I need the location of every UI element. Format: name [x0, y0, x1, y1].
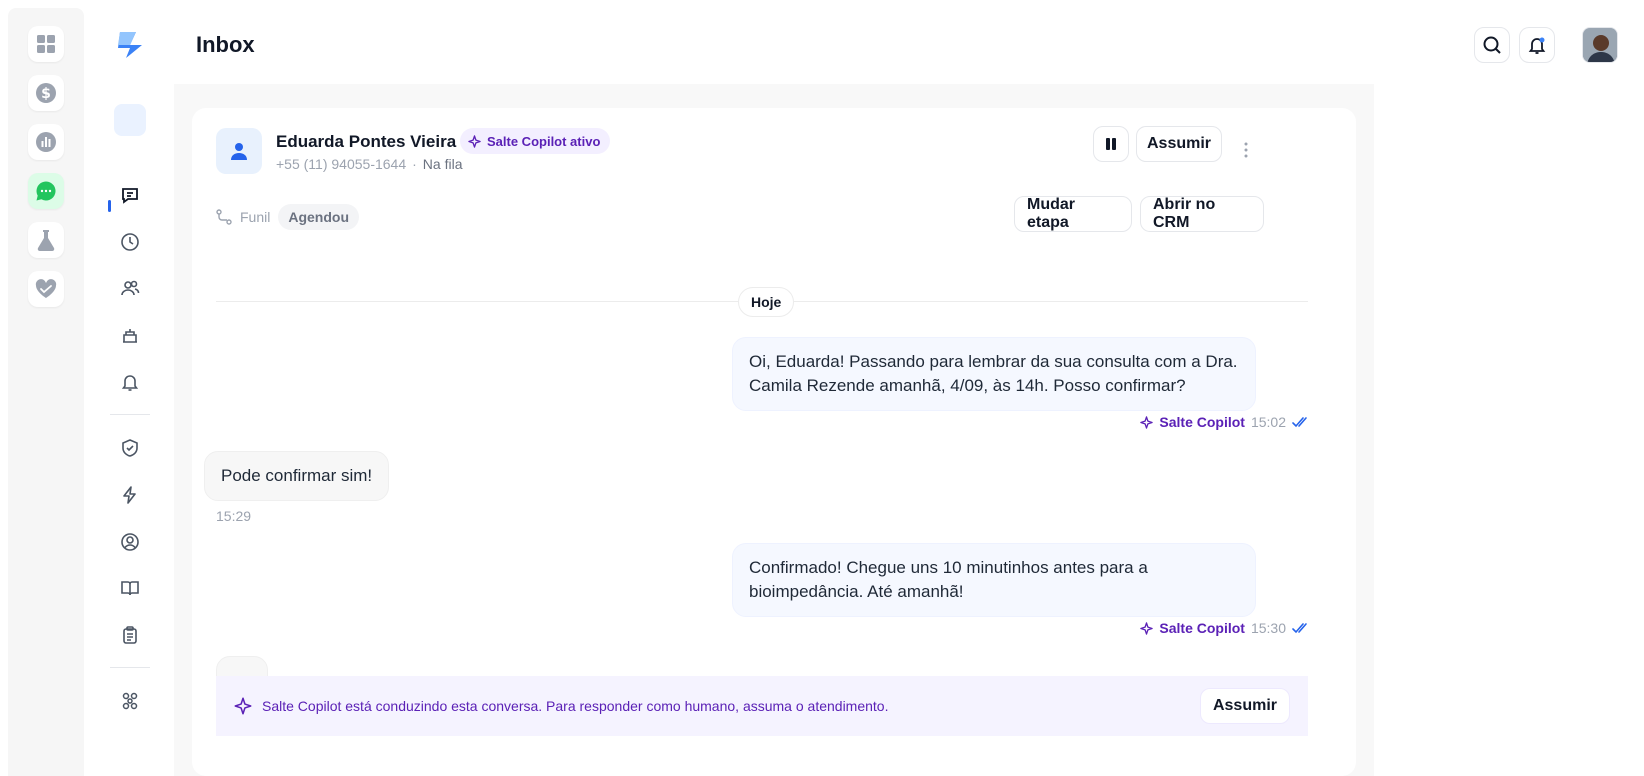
contact-name: Eduarda Pontes Vieira [276, 132, 457, 151]
copilot-badge-label: Salte Copilot ativo [487, 133, 601, 149]
workspace-switcher[interactable] [114, 104, 146, 136]
nav-notifications-icon[interactable] [118, 370, 142, 394]
queue-status: Na fila [422, 156, 463, 172]
chat-icon[interactable] [28, 173, 64, 209]
message-text: bioimpedância. Até amanhã! [749, 582, 964, 601]
nav-contacts-icon[interactable] [118, 276, 142, 300]
sparkle-icon [468, 134, 481, 148]
copilot-notice: Salte Copilot está conduzindo esta conve… [216, 676, 1308, 736]
nav-clipboard-icon[interactable] [118, 623, 142, 647]
contact-phone: +55 (11) 94055-1644 [276, 156, 407, 172]
funnel-icon [216, 209, 232, 225]
change-stage-button[interactable]: Mudar etapa [1014, 196, 1132, 232]
flask-icon[interactable] [28, 222, 64, 258]
message-meta: Salte Copilot 15:02 [1140, 414, 1310, 430]
nav-divider [110, 414, 150, 415]
separator-dot: · [412, 156, 417, 172]
notice-assume-button[interactable]: Assumir [1199, 688, 1290, 724]
message-outgoing: Confirmado! Chegue uns 10 minutinhos ant… [732, 543, 1256, 617]
nav-profile-icon[interactable] [118, 530, 142, 554]
user-avatar[interactable] [1582, 27, 1618, 63]
pause-icon [1104, 137, 1118, 151]
message-meta: Salte Copilot 15:30 [1140, 620, 1310, 636]
app-rail: $ [8, 8, 84, 776]
nav-knowledge-icon[interactable] [118, 576, 142, 600]
message-time: 15:02 [1250, 414, 1286, 430]
sparkle-icon [1140, 415, 1154, 429]
message-text: Camila Rezende amanhã, 4/09, às 14h. Pos… [749, 376, 1186, 395]
pause-button[interactable] [1093, 126, 1129, 162]
brand-logo [114, 30, 146, 60]
copilot-notice-text: Salte Copilot está conduzindo esta conve… [262, 698, 889, 714]
funnel-label: Funil [240, 209, 271, 225]
open-crm-button[interactable]: Abrir no CRM [1140, 196, 1264, 232]
message-incoming: Pode confirmar sim! [204, 451, 390, 501]
dollar-icon[interactable]: $ [28, 75, 64, 111]
double-check-icon [1292, 622, 1310, 634]
funnel-row: Funil Agendou [216, 204, 360, 230]
message-time: 15:30 [1250, 620, 1286, 636]
message-sender: Salte Copilot [1159, 620, 1245, 636]
nav-inbox-icon[interactable] [118, 183, 142, 207]
more-options-icon[interactable] [1236, 132, 1256, 168]
svg-text:$: $ [41, 86, 51, 102]
double-check-icon [1292, 416, 1310, 428]
sparkle-icon [234, 697, 252, 715]
conversation-card: Eduarda Pontes Vieira Salte Copilot ativ… [192, 108, 1356, 776]
copilot-status-badge: Salte Copilot ativo [460, 128, 611, 154]
nav-history-icon[interactable] [118, 230, 142, 254]
nav-integrations-icon[interactable] [118, 689, 142, 713]
health-heart-icon[interactable] [28, 271, 64, 307]
contact-avatar-icon [216, 128, 262, 174]
nav-divider-2 [110, 667, 150, 668]
apps-grid-icon[interactable] [28, 26, 64, 62]
nav-shield-icon[interactable] [118, 436, 142, 460]
contact-subline: +55 (11) 94055-1644 · Na fila [276, 156, 462, 172]
assume-button[interactable]: Assumir [1136, 126, 1222, 162]
message-sender: Salte Copilot [1159, 414, 1245, 430]
nav-events-icon[interactable] [118, 323, 142, 347]
active-nav-indicator [108, 200, 111, 212]
notifications-button[interactable] [1519, 27, 1555, 63]
day-divider: Hoje [738, 287, 795, 317]
stage-badge: Agendou [278, 204, 360, 230]
message-outgoing: Oi, Eduarda! Passando para lembrar da su… [732, 337, 1256, 411]
message-time: 15:29 [216, 508, 252, 524]
analytics-icon[interactable] [28, 124, 64, 160]
sparkle-icon [1140, 621, 1154, 635]
search-button[interactable] [1474, 27, 1510, 63]
message-text: Confirmado! Chegue uns 10 minutinhos ant… [749, 558, 1148, 577]
message-text: Pode confirmar sim! [221, 466, 373, 485]
page-title: Inbox [196, 32, 255, 57]
message-text: Oi, Eduarda! Passando para lembrar da su… [749, 352, 1238, 371]
nav-automation-icon[interactable] [118, 483, 142, 507]
